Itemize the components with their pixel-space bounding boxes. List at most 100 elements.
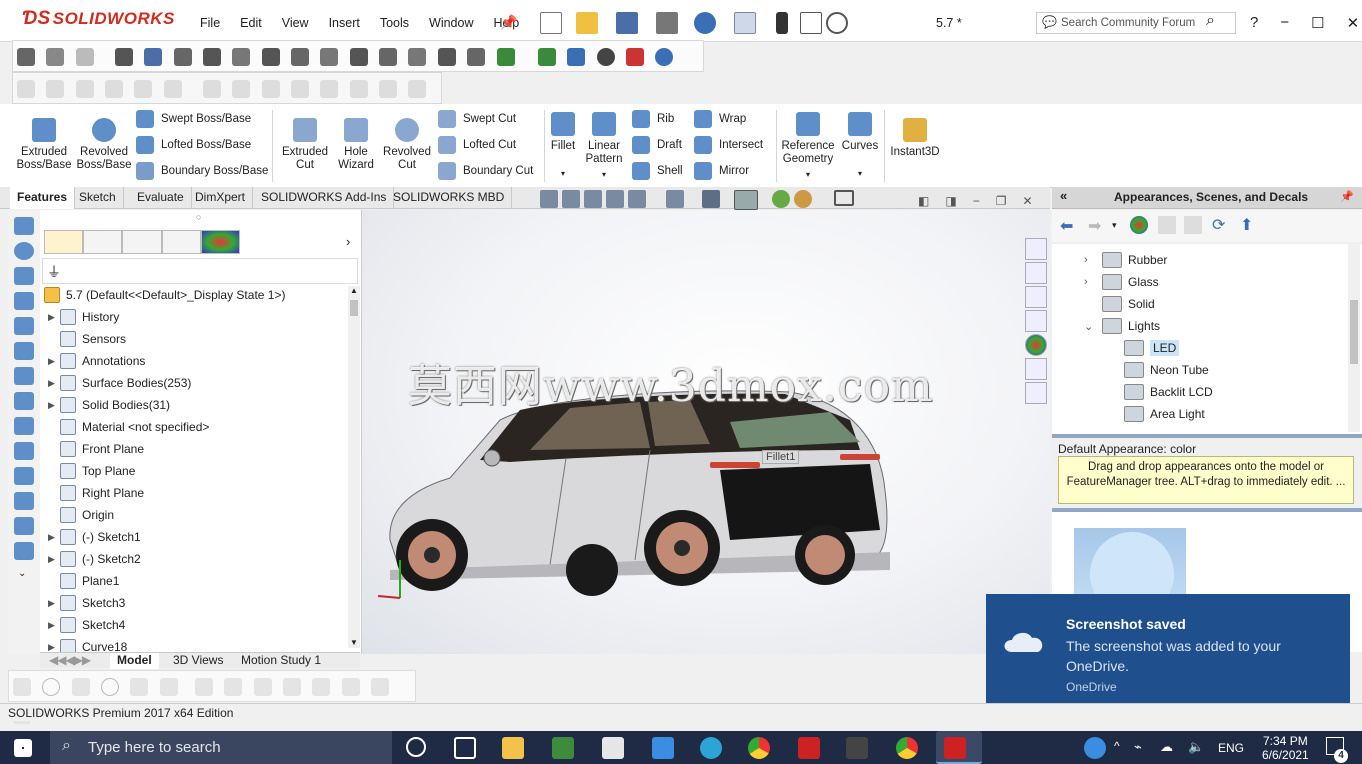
appearance-tree-item[interactable]: ⌄ Lights	[1084, 316, 1160, 336]
move-shortcut-icon[interactable]	[14, 517, 34, 535]
tree-item[interactable]: Material <not specified>	[48, 416, 209, 438]
checkmark-icon[interactable]	[596, 48, 615, 66]
refresh-icon[interactable]: ⟳	[1212, 215, 1225, 235]
chrome-icon[interactable]	[748, 737, 770, 759]
add-in-icon[interactable]	[537, 48, 556, 66]
tree-item[interactable]: Top Plane	[48, 460, 135, 482]
hole-wizard-button[interactable]: Hole Wizard	[330, 118, 382, 172]
sum-icon[interactable]	[349, 48, 368, 66]
expand-arrow-icon[interactable]: ▶	[48, 642, 60, 653]
tree-item[interactable]: ▶ History	[48, 306, 119, 328]
tab-featuremanager-icon[interactable]	[44, 230, 84, 254]
sweep-shortcut-icon[interactable]	[14, 267, 34, 285]
lofted-boss-button[interactable]: Lofted Boss/Base	[136, 136, 251, 154]
expand-arrow-icon[interactable]: ▶	[48, 532, 60, 543]
appearance-tree-item[interactable]: Solid	[1084, 294, 1155, 314]
globe-icon[interactable]	[655, 48, 674, 66]
help-tray-icon[interactable]	[1084, 737, 1106, 759]
new-document-icon[interactable]	[540, 12, 562, 34]
draft-analysis-icon[interactable]	[408, 48, 427, 66]
tab-addins[interactable]: SOLIDWORKS Add-Ins	[254, 187, 395, 209]
view-settings-icon[interactable]	[834, 190, 854, 206]
maximize-icon[interactable]: ☐	[1311, 14, 1324, 32]
solidworks-2017-launcher-icon[interactable]	[846, 737, 868, 759]
instant3d-button[interactable]: Instant3D	[886, 118, 944, 159]
previous-view-icon[interactable]	[584, 190, 602, 208]
tree-item[interactable]: ▶ Annotations	[48, 350, 145, 372]
appearances-icon[interactable]	[1025, 334, 1047, 356]
appearance-tree-item[interactable]: LED	[1124, 338, 1180, 358]
tab-mbd[interactable]: SOLIDWORKS MBD	[386, 187, 513, 209]
parting-line-icon[interactable]	[467, 48, 486, 66]
spell-check-icon[interactable]	[115, 48, 134, 66]
menu-insert[interactable]: Insert	[319, 16, 370, 30]
tree-root[interactable]: 5.7 (Default<<Default>_Display State 1>)	[44, 284, 285, 306]
tree-item[interactable]: Front Plane	[48, 438, 144, 460]
wrap-button[interactable]: Wrap	[694, 110, 746, 128]
acrobat-icon[interactable]	[798, 737, 820, 759]
tab-dimxpert[interactable]: DimXpert	[188, 187, 254, 209]
scroll-down-icon[interactable]: ▼	[350, 638, 358, 647]
phone-icon[interactable]	[652, 737, 674, 759]
appearance-tree-item[interactable]: › Rubber	[1084, 250, 1167, 270]
appearance-tree-item[interactable]: Backlit LCD	[1124, 382, 1213, 402]
tab-features[interactable]: Features	[10, 187, 76, 209]
copy-icon[interactable]	[46, 48, 65, 66]
paste-icon[interactable]	[75, 48, 94, 66]
tab-nav-arrows-icon[interactable]: ◀◀◀▶▶	[42, 653, 97, 669]
tile-right-icon[interactable]: ◨	[945, 194, 956, 208]
open-folder-icon[interactable]	[576, 12, 598, 34]
chrome-second-icon[interactable]	[896, 737, 918, 759]
close-icon[interactable]: ✕	[1347, 14, 1360, 32]
fillet-shortcut-icon[interactable]	[14, 417, 34, 435]
tile-left-icon[interactable]: ◧	[918, 194, 929, 208]
expand-arrow-icon[interactable]: ▶	[48, 554, 60, 565]
traffic-light-icon[interactable]	[776, 12, 788, 34]
linear-pattern-button[interactable]: Linear Pattern ▾	[582, 112, 626, 181]
intersect-button[interactable]: Intersect	[694, 136, 763, 154]
expand-arrow-icon[interactable]: ▶	[48, 312, 60, 323]
file-explorer-taskbar-icon[interactable]	[502, 737, 524, 759]
notification-toast[interactable]: Screenshot saved The screenshot was adde…	[986, 594, 1350, 716]
expander-icon[interactable]: ›	[1084, 276, 1102, 288]
viewport-restore-icon[interactable]: ❐	[996, 194, 1007, 208]
tray-expand-icon[interactable]: ^	[1114, 739, 1120, 753]
pdf-icon[interactable]	[625, 48, 644, 66]
draft-button[interactable]: Draft	[632, 136, 682, 154]
menu-file[interactable]: File	[190, 16, 230, 30]
expand-arrow-icon[interactable]: ▶	[48, 378, 60, 389]
apply-scene-icon[interactable]	[794, 190, 812, 208]
tree-item[interactable]: ▶ Surface Bodies(253)	[48, 372, 191, 394]
chamfer-shortcut-icon[interactable]	[14, 442, 34, 460]
geometry-analysis-icon[interactable]	[261, 48, 280, 66]
compare-icon[interactable]	[567, 48, 586, 66]
extruded-cut-button[interactable]: Extruded Cut	[276, 118, 334, 172]
view-orientation-icon[interactable]	[666, 190, 684, 208]
expander-icon[interactable]: ›	[1084, 254, 1102, 266]
network-icon[interactable]: ⌁	[1134, 739, 1142, 755]
shell-button[interactable]: Shell	[632, 162, 683, 180]
tab-sketch[interactable]: Sketch	[72, 187, 124, 209]
tree-item[interactable]: Sensors	[48, 328, 126, 350]
undercut-icon[interactable]	[437, 48, 456, 66]
save-icon[interactable]	[616, 12, 638, 34]
lofted-cut-button[interactable]: Lofted Cut	[438, 136, 516, 154]
display-style-icon[interactable]	[702, 190, 720, 208]
expand-arrow-icon[interactable]: ▶	[48, 356, 60, 367]
camera-icon[interactable]	[17, 48, 35, 66]
design-library-icon[interactable]	[1025, 262, 1047, 284]
mirror-button[interactable]: Mirror	[694, 162, 749, 180]
system-clock[interactable]: 7:34 PM 6/6/2021	[1262, 734, 1309, 762]
tree-item[interactable]: ▶ Sketch3	[48, 592, 125, 614]
pin-icon[interactable]: 📌	[500, 14, 517, 31]
equations-icon[interactable]	[379, 48, 398, 66]
shell-shortcut-icon[interactable]	[14, 467, 34, 485]
tree-filter[interactable]: ⏚	[42, 258, 358, 284]
tree-item[interactable]: Plane1	[48, 570, 119, 592]
boundary-boss-button[interactable]: Boundary Boss/Base	[136, 162, 268, 180]
revolve-shortcut-icon[interactable]	[14, 242, 34, 260]
edge-icon[interactable]	[700, 737, 722, 759]
file-properties-icon[interactable]	[800, 12, 822, 34]
cut-shortcut-icon[interactable]	[14, 317, 34, 335]
menu-tools[interactable]: Tools	[370, 16, 419, 30]
